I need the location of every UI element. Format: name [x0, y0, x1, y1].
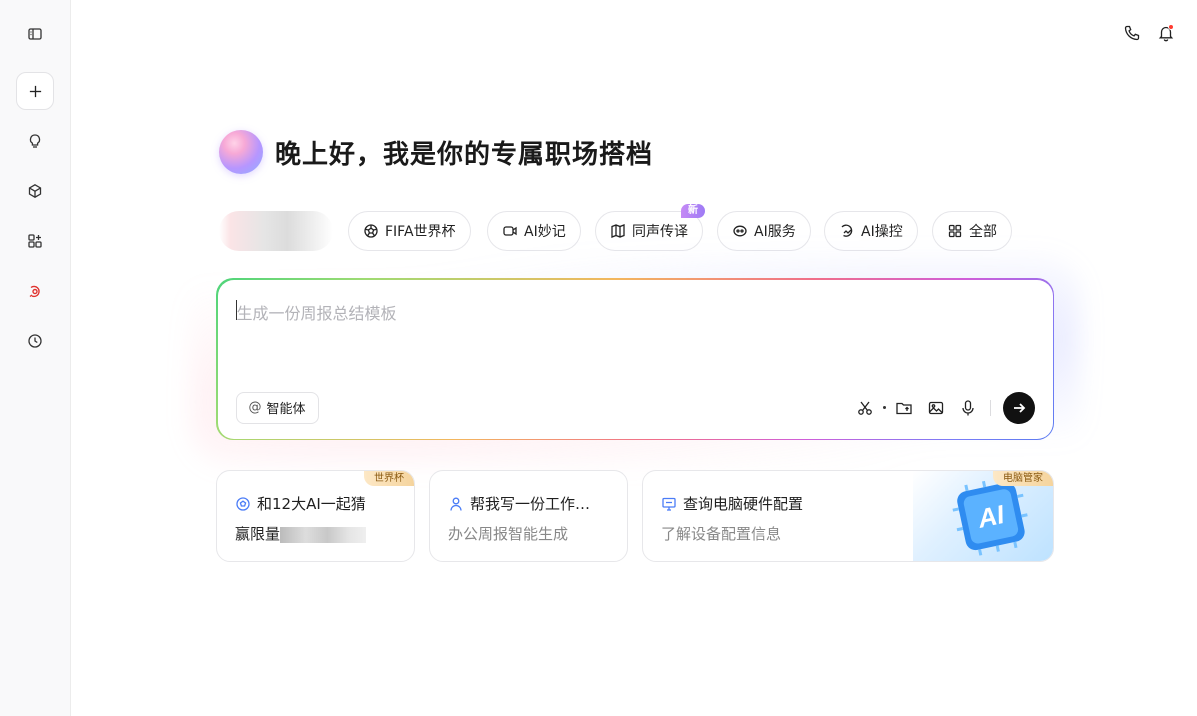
monitor-icon [662, 497, 676, 511]
phone-icon[interactable] [1121, 20, 1143, 46]
sidebar-item-box[interactable] [16, 172, 54, 210]
sidebar-item-ideas[interactable] [16, 122, 54, 160]
new-chat-button[interactable] [16, 72, 54, 110]
chip-all[interactable]: 全部 [932, 211, 1012, 251]
prompt-placeholder: 生成一份周报总结模板 [236, 303, 397, 323]
image-icon[interactable] [920, 392, 952, 424]
folder-upload-icon[interactable] [888, 392, 920, 424]
at-icon: @ [248, 400, 262, 415]
agent-icon [29, 285, 40, 298]
map-translate-icon [611, 224, 625, 238]
cube-icon [28, 184, 42, 198]
sidebar [0, 0, 71, 716]
chip-ai-control[interactable]: AI操控 [824, 211, 918, 251]
plus-icon [29, 85, 41, 97]
card-subtitle: 办公周报智能生成 [448, 525, 569, 543]
bulb-icon [29, 134, 41, 148]
new-badge: 新 [681, 204, 705, 218]
soccer-icon [236, 496, 250, 511]
sidebar-item-active[interactable] [16, 272, 54, 310]
microphone-icon[interactable] [952, 392, 984, 424]
card-subtitle: 了解设备配置信息 [661, 525, 782, 543]
arrow-right-icon [1013, 402, 1025, 413]
scissors-icon[interactable] [849, 392, 881, 424]
agent-button[interactable]: @ 智能体 [235, 391, 319, 424]
card-title: 和12大AI一起猜 [257, 495, 366, 513]
chip-fifa[interactable]: FIFA世界杯 [348, 211, 471, 251]
service-icon [733, 225, 747, 237]
app-window: 晚上好，我是你的专属职场搭档 FIFA世界杯 AI妙记 同声传译 新 AI服务 … [0, 0, 1197, 716]
page-title: 晚上好，我是你的专属职场搭档 [275, 139, 654, 170]
chip-ai-notes[interactable]: AI妙记 [487, 211, 581, 251]
grid-icon [948, 224, 962, 238]
suggestion-card-report[interactable]: 帮我写一份工作… 办公周报智能生成 [429, 470, 628, 562]
send-button[interactable] [1002, 391, 1035, 424]
card-title: 帮我写一份工作… [470, 495, 591, 513]
bell-icon[interactable] [1155, 20, 1177, 46]
card-tag: 世界杯 [364, 471, 414, 486]
control-icon [841, 224, 853, 237]
input-tools [849, 391, 1035, 424]
chip-blurred[interactable] [219, 211, 333, 251]
card-subtitle: 赢限量 [235, 525, 281, 543]
prompt-box: 生成一份周报总结模板 @ 智能体 [216, 278, 1054, 440]
blurred-text [280, 526, 367, 543]
greeting-header: 晚上好，我是你的专属职场搭档 [219, 130, 653, 174]
assistant-avatar [219, 130, 263, 174]
quick-chips: FIFA世界杯 AI妙记 同声传译 新 AI服务 AI操控 全部 [219, 204, 1019, 251]
chip-interpretation[interactable]: 同声传译 新 [595, 204, 705, 251]
top-toolbar [1121, 20, 1177, 46]
person-icon [450, 497, 462, 511]
sidebar-toggle-icon[interactable] [16, 15, 54, 53]
sidebar-item-apps[interactable] [16, 222, 54, 260]
clock-icon [28, 334, 42, 348]
card-title: 查询电脑硬件配置 [683, 495, 804, 513]
suggestion-card-worldcup[interactable]: 世界杯 和12大AI一起猜 赢限量 [216, 470, 415, 562]
suggestion-card-hardware[interactable]: AI 电脑管家 查询电脑硬件配置 了解设备配置信息 [642, 470, 1054, 562]
card-tag: 电脑管家 [993, 471, 1053, 486]
dropdown-dot[interactable] [882, 406, 886, 409]
tools-divider [989, 399, 991, 416]
apps-icon [28, 234, 42, 248]
prompt-input[interactable]: 生成一份周报总结模板 @ 智能体 [217, 279, 1053, 439]
chip-ai-service[interactable]: AI服务 [717, 211, 811, 251]
video-icon [503, 226, 517, 236]
soccer-icon [364, 224, 378, 238]
notification-dot [1168, 24, 1174, 30]
sidebar-item-history[interactable] [16, 322, 54, 360]
